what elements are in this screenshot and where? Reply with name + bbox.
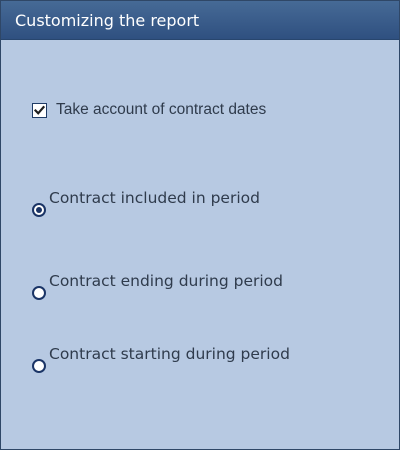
contract-starting-radio[interactable] (32, 359, 46, 373)
radio-selected-dot (36, 207, 42, 213)
radio-option-contract-ending[interactable]: Contract ending during period (32, 272, 283, 300)
contract-starting-label: Contract starting during period (49, 345, 290, 363)
panel-title: Customizing the report (1, 1, 399, 40)
customize-report-panel: Customizing the report Take account of c… (0, 0, 400, 450)
checkmark-icon (34, 105, 45, 115)
radio-option-contract-starting[interactable]: Contract starting during period (32, 345, 299, 373)
contract-ending-radio[interactable] (32, 286, 46, 300)
contract-included-radio[interactable] (32, 203, 46, 217)
take-account-contract-dates-label: Take account of contract dates (56, 101, 267, 118)
radio-option-contract-included[interactable]: Contract included in period (32, 189, 260, 217)
take-account-contract-dates-option[interactable]: Take account of contract dates (32, 101, 266, 119)
contract-included-label: Contract included in period (49, 189, 260, 207)
take-account-contract-dates-checkbox[interactable] (32, 102, 47, 118)
contract-ending-label: Contract ending during period (49, 272, 284, 290)
